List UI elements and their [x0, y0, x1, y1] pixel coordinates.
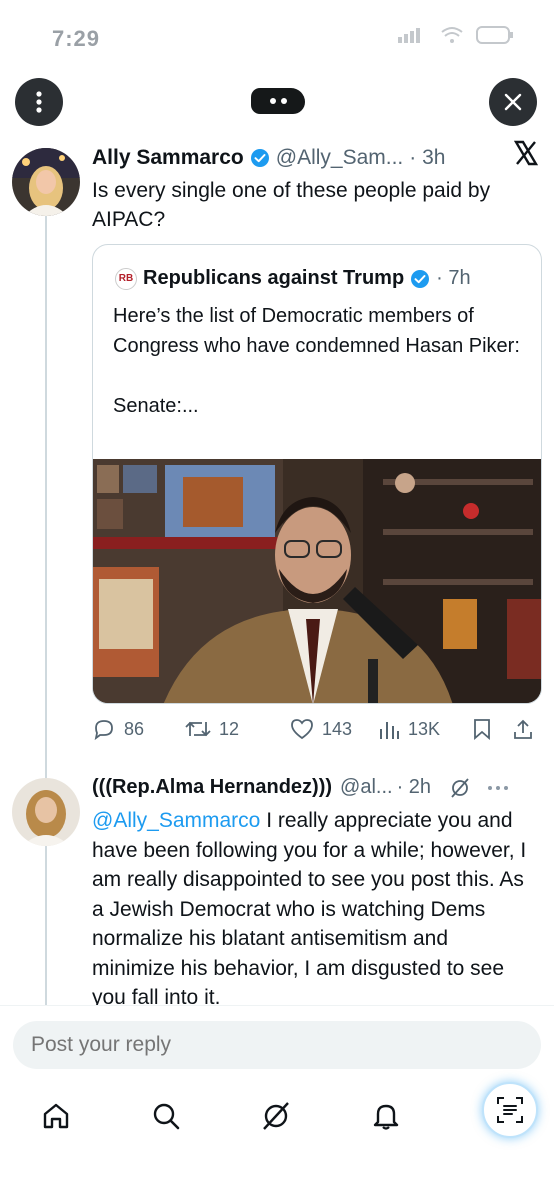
reply-mention[interactable]: @Ally_Sammarco — [92, 809, 260, 832]
verified-icon — [410, 269, 430, 289]
reply-text: @Ally_Sammarco I really appreciate you a… — [92, 806, 532, 1013]
wifi-icon — [441, 27, 463, 43]
x-logo-icon[interactable] — [513, 140, 539, 173]
reply-input[interactable] — [13, 1021, 541, 1069]
verified-icon — [250, 148, 270, 168]
status-bar: 7:29 — [0, 0, 554, 75]
top-bar — [0, 78, 554, 128]
quote-body: Here’s the list of Democratic members of… — [113, 305, 520, 357]
battery-icon — [476, 26, 513, 44]
quote-media-image[interactable] — [93, 459, 541, 703]
like-count: 143 — [322, 718, 353, 739]
author-row: Ally Sammarco @Ally_Sam... · 3h — [92, 146, 445, 170]
retweet-icon — [185, 721, 211, 737]
reply-bar — [0, 1005, 554, 1077]
reply-body: I really appreciate you and have been fo… — [92, 809, 527, 1009]
grok-icon[interactable] — [449, 777, 471, 799]
reply-author-row: (((Rep.Alma Hernandez))) @al... · 2h — [92, 776, 509, 799]
reply-icon — [94, 720, 113, 741]
menu-icon — [36, 91, 42, 113]
like-action[interactable]: 143 — [290, 718, 352, 740]
reply-avatar[interactable] — [12, 778, 80, 846]
bookmark-action[interactable] — [472, 718, 492, 740]
home-icon — [43, 1103, 69, 1129]
quote-author-name: Republicans against Trump — [143, 267, 405, 289]
search-icon — [153, 1103, 180, 1130]
reply-time: · 2h — [396, 776, 432, 798]
share-icon — [514, 719, 532, 739]
quoted-tweet[interactable]: RB Republicans against Trump · 7h Here’s… — [92, 244, 542, 704]
notifications-icon — [373, 1104, 399, 1130]
scan-button[interactable] — [482, 1082, 538, 1138]
reply-count: 86 — [124, 718, 145, 739]
reply-handle: @al... — [340, 776, 393, 798]
retweet-action[interactable]: 12 — [185, 718, 239, 740]
author-handle: @Ally_Sam... — [275, 146, 404, 169]
reply-action[interactable]: 86 — [92, 717, 144, 741]
camera-pill — [251, 88, 305, 114]
signal-icon — [398, 28, 420, 43]
bookmark-icon — [474, 719, 490, 740]
quote-time: · 7h — [436, 267, 471, 289]
quote-text: Here’s the list of Democratic members of… — [113, 301, 523, 421]
thread-line — [45, 213, 47, 1013]
share-action[interactable] — [512, 718, 534, 740]
author-name[interactable]: Ally Sammarco — [92, 146, 244, 170]
scan-icon — [497, 1097, 523, 1123]
views-count: 13K — [408, 718, 441, 739]
menu-button[interactable] — [15, 78, 63, 126]
tweet-actions: 86 12 143 13K — [92, 716, 542, 742]
close-button[interactable] — [489, 78, 537, 126]
like-icon — [291, 719, 313, 740]
search-button[interactable] — [148, 1098, 184, 1134]
tweet-time: · 3h — [409, 146, 446, 169]
notifications-button[interactable] — [368, 1098, 404, 1134]
more-icon[interactable] — [487, 785, 509, 791]
tweet-text: Is every single one of these people paid… — [92, 179, 491, 231]
status-icons — [398, 26, 514, 44]
quote-body-more: Senate:... — [113, 395, 199, 417]
grok-button[interactable] — [258, 1098, 294, 1134]
quote-author-row: RB Republicans against Trump · 7h — [115, 267, 471, 290]
reply-author-name[interactable]: (((Rep.Alma Hernandez))) — [92, 776, 332, 799]
bottom-nav — [0, 1082, 554, 1152]
status-time: 7:29 — [52, 26, 101, 51]
views-action[interactable]: 13K — [378, 719, 440, 740]
avatar[interactable] — [12, 148, 80, 216]
views-icon — [380, 722, 399, 739]
retweet-count: 12 — [219, 718, 240, 739]
grok-icon — [263, 1102, 289, 1130]
close-icon — [504, 93, 522, 111]
home-button[interactable] — [38, 1098, 74, 1134]
quote-avatar: RB — [115, 267, 137, 290]
